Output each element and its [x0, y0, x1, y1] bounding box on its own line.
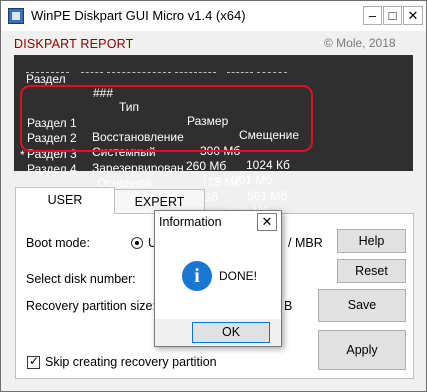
title-bar[interactable]: WinPE Diskpart GUI Micro v1.4 (x64) – □ …: [1, 1, 426, 31]
dialog-close-button[interactable]: ✕: [257, 213, 277, 231]
highlight-ring: [20, 85, 313, 152]
apply-button[interactable]: Apply: [318, 330, 406, 370]
separator: [227, 72, 253, 73]
row-partition: Раздел 4: [27, 162, 77, 176]
reset-button[interactable]: Reset: [337, 259, 406, 283]
separator: [26, 72, 69, 73]
window-title: WinPE Diskpart GUI Micro v1.4 (x64): [31, 8, 246, 23]
separator: [175, 72, 216, 73]
dialog-title: Information: [159, 215, 222, 229]
recovery-size-label: Recovery partition size:: [26, 299, 156, 313]
save-button[interactable]: Save: [318, 289, 406, 322]
recovery-size-unit: B: [284, 299, 293, 313]
check-icon: ✓: [29, 354, 40, 368]
row-type: Зарезервирован: [92, 161, 184, 175]
select-disk-label: Select disk number:: [26, 272, 136, 286]
info-icon: i: [182, 261, 212, 291]
dialog-title-bar[interactable]: Information ✕: [155, 211, 281, 233]
report-label: DISKPART REPORT: [14, 37, 134, 51]
ok-button[interactable]: OK: [192, 322, 270, 343]
separator: [107, 72, 171, 73]
app-window: WinPE Diskpart GUI Micro v1.4 (x64) – □ …: [0, 0, 427, 392]
skip-recovery-checkbox[interactable]: ✓: [27, 354, 40, 369]
dialog-footer: OK: [155, 319, 281, 346]
help-button[interactable]: Help: [337, 229, 406, 253]
dialog-message: DONE!: [219, 269, 258, 283]
col-partition-header: Раздел: [26, 72, 66, 86]
row-offset: 1024 Кб: [246, 158, 290, 172]
boot-mode-label: Boot mode:: [26, 236, 90, 250]
boot-mode-radio[interactable]: [131, 237, 143, 249]
tab-user[interactable]: USER: [15, 187, 115, 214]
information-dialog: Information ✕ i DONE! OK: [154, 210, 282, 347]
separator: [81, 72, 103, 73]
copyright-text: © Mole, 2018: [324, 36, 396, 50]
separator: [257, 72, 287, 73]
boot-mode-option-2: / MBR: [288, 236, 323, 250]
maximize-button[interactable]: □: [383, 6, 402, 25]
minimize-button[interactable]: –: [363, 6, 382, 25]
close-button[interactable]: ✕: [403, 6, 423, 25]
skip-recovery-label: Skip creating recovery partition: [45, 355, 217, 369]
app-icon: [8, 8, 24, 24]
row-size: 260 Мб: [186, 159, 227, 173]
dialog-body: i DONE!: [155, 234, 281, 319]
